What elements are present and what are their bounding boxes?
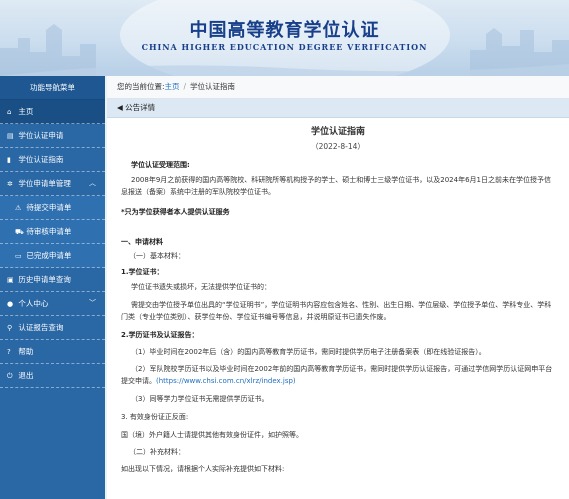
- sidebar-item-label: 待提交申请单: [26, 203, 72, 212]
- material-education-certificate: 2.学历证书及认证报告：: [121, 331, 199, 339]
- sidebar-item-label: 待审核申请单: [26, 227, 72, 236]
- sidebar-item-label: 退出: [18, 371, 34, 380]
- gear-icon: ✲: [7, 180, 13, 188]
- site-header: 中国高等教育学位认证 CHINA HIGHER EDUCATION DEGREE…: [0, 0, 569, 76]
- chsi-link[interactable]: (https://www.chsi.com.cn/xlrz/index.jsp): [156, 377, 296, 385]
- sidebar-item-personal-center[interactable]: ● 个人中心 ﹀: [0, 292, 105, 316]
- document-icon: ▤: [7, 132, 14, 140]
- megaphone-icon: ◀: [117, 103, 123, 112]
- site-subtitle: CHINA HIGHER EDUCATION DEGREE VERIFICATI…: [141, 42, 428, 52]
- panel-title: 公告详情: [125, 103, 156, 112]
- breadcrumb-prefix: 您的当前位置:: [117, 82, 165, 91]
- breadcrumb-home-link[interactable]: 主页: [165, 82, 180, 91]
- power-icon: ⏻: [7, 372, 13, 380]
- sidebar-item-label: 历史申请单查询: [18, 275, 71, 284]
- doc-date: （2022-8-14）: [311, 142, 365, 151]
- material-education-item-1: （1）毕业时间在2002年后（含）的国内高等教育学历证书，需同时提供学历电子注册…: [131, 348, 486, 356]
- notice-document: 学位认证指南 （2022-8-14） 学位认证受理范围: 2008年9月之前获得…: [107, 126, 569, 475]
- user-icon: ●: [7, 300, 14, 308]
- inbox-icon: ▭: [15, 252, 22, 260]
- sidebar-item-label: 主页: [18, 107, 34, 116]
- section-heading-materials: 一、申请材料: [121, 238, 163, 246]
- sidebar-item-report-query[interactable]: ⚲ 认证报告查询: [0, 316, 105, 340]
- chevron-down-icon: ﹀: [89, 299, 96, 307]
- sidebar-item-apply[interactable]: ▤ 学位认证申请: [0, 124, 105, 148]
- material-education-item-3: （3）同等学力学位证书无需提供学历证书。: [131, 395, 269, 403]
- sidebar-item-logout[interactable]: ⏻ 退出: [0, 364, 105, 388]
- material-degree-proof: 需提交由学位授予单位出具的“学位证明书”，学位证明书内容应包含姓名、性别、出生日…: [121, 301, 552, 321]
- material-degree-lost: 学位证书遗失或损坏，无法提供学位证书的：: [131, 283, 271, 291]
- search-icon: ⚲: [7, 324, 13, 332]
- sidebar-item-home[interactable]: ⌂ 主页: [0, 100, 105, 124]
- sidebar-item-guide[interactable]: ▮ 学位认证指南: [0, 148, 105, 172]
- notice-text: *只为学位获得者本人提供认证服务: [121, 208, 230, 216]
- sidebar-item-label: 帮助: [18, 347, 34, 356]
- sidebar-item-application-management[interactable]: ✲ 学位申请单管理 ︿: [0, 172, 105, 196]
- sidebar-item-label: 学位申请单管理: [18, 179, 71, 188]
- sidebar-nav: 功能导航菜单 ⌂ 主页 ▤ 学位认证申请 ▮ 学位认证指南 ✲ 学位申请单管理 …: [0, 76, 105, 499]
- scope-text: 2008年9月之前获得的国内高等院校、科研院所等机构授予的学士、硕士和博士三级学…: [121, 176, 551, 196]
- warning-icon: ⚠: [15, 204, 22, 212]
- doc-title: 学位认证指南: [310, 127, 365, 137]
- cart-icon: ⛟: [15, 228, 24, 236]
- material-id-foreign: 国（境）外户籍人士请提供其他有效身份证件，如护照等。: [121, 431, 303, 439]
- subsection-basic-materials: （一）基本材料：: [129, 252, 185, 260]
- breadcrumb-separator: /: [183, 82, 187, 91]
- supplementary-intro: 如出现以下情况，请根据个人实际补充提供如下材料:: [121, 465, 285, 473]
- sidebar-item-label: 认证报告查询: [18, 323, 64, 332]
- subsection-supplementary: （二）补充材料：: [129, 448, 185, 456]
- material-id-card: 3. 有效身份证正反面:: [121, 413, 189, 421]
- sidebar-item-label: 学位认证申请: [18, 131, 64, 140]
- panel-header: ◀ 公告详情: [107, 99, 569, 118]
- question-icon: ?: [7, 348, 11, 356]
- site-title: 中国高等教育学位认证: [189, 20, 380, 41]
- sidebar-item-pending-submit[interactable]: ⚠ 待提交申请单: [0, 196, 105, 220]
- scope-heading: 学位认证受理范围:: [131, 161, 190, 169]
- sidebar-item-history[interactable]: ▣ 历史申请单查询: [0, 268, 105, 292]
- sidebar-item-label: 学位认证指南: [18, 155, 64, 164]
- sidebar-item-pending-review[interactable]: ⛟ 待审核申请单: [0, 220, 105, 244]
- sidebar-item-completed[interactable]: ▭ 已完成申请单: [0, 244, 105, 268]
- breadcrumb-current: 学位认证指南: [190, 82, 236, 91]
- material-degree-certificate: 1.学位证书：: [121, 268, 164, 276]
- monitor-icon: ▣: [7, 276, 14, 284]
- sidebar-item-label: 个人中心: [18, 299, 49, 308]
- sidebar-menu-title: 功能导航菜单: [0, 76, 105, 100]
- material-education-item-2: （2）军队院校学历证书以及毕业时间在2002年前的国内高等教育学历证书，需同时提…: [121, 363, 555, 387]
- sidebar-item-label: 已完成申请单: [26, 251, 72, 260]
- breadcrumb: 您的当前位置:主页 / 学位认证指南: [107, 76, 569, 99]
- main-content: 您的当前位置:主页 / 学位认证指南 ◀ 公告详情 学位认证指南 （2022-8-1…: [107, 76, 569, 499]
- chevron-up-icon: ︿: [89, 179, 96, 187]
- bookmark-icon: ▮: [7, 156, 11, 164]
- sidebar-item-help[interactable]: ? 帮助: [0, 340, 105, 364]
- home-icon: ⌂: [7, 108, 12, 116]
